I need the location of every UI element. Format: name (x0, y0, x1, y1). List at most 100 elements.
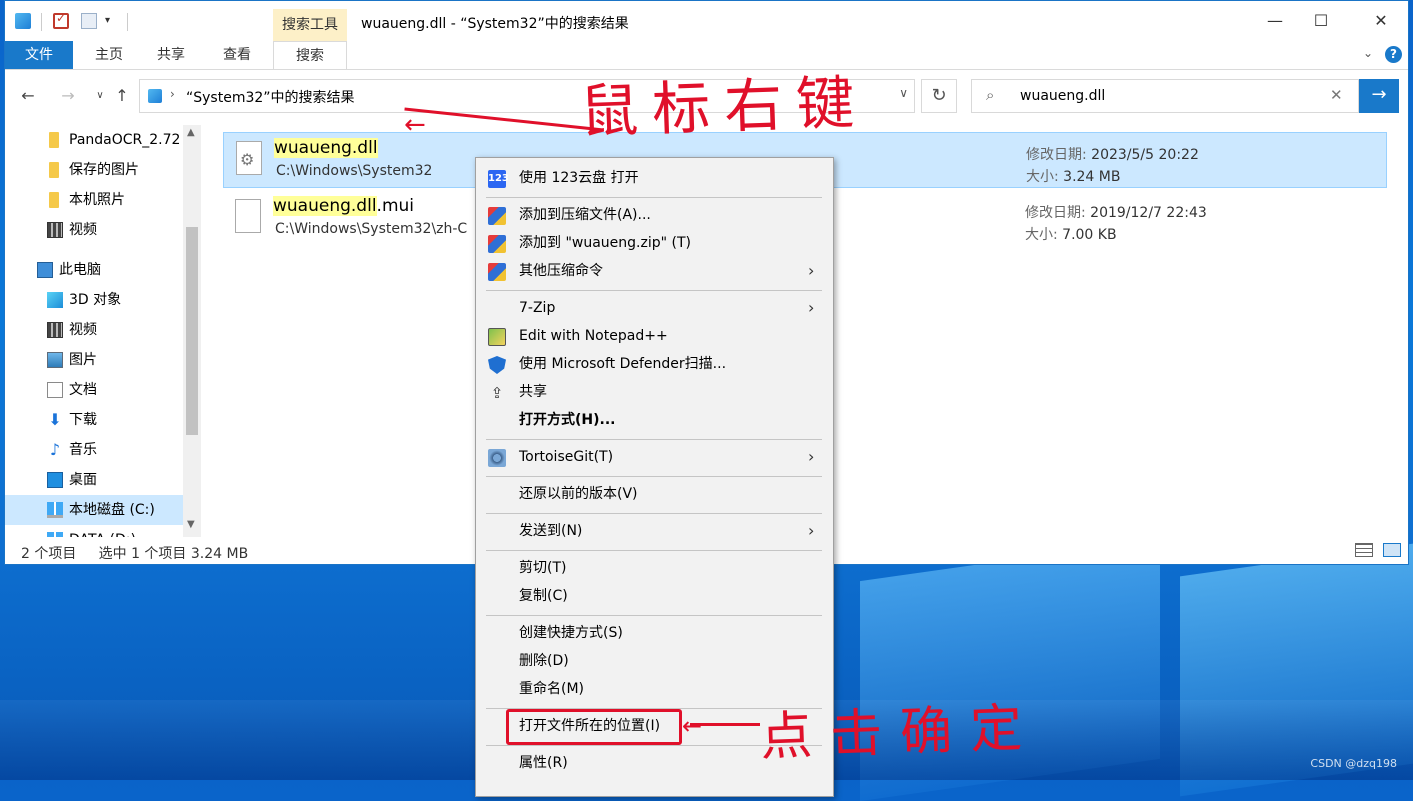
tab-home[interactable]: 主页 (87, 41, 131, 69)
sidebar-item-pictures[interactable]: 图片 (5, 345, 183, 375)
menu-separator (486, 197, 822, 198)
minimize-button[interactable]: — (1251, 1, 1299, 41)
breadcrumb-separator[interactable]: › (170, 87, 175, 101)
sidebar-item-this-pc[interactable]: 此电脑 (5, 255, 183, 285)
item-count: 2 个项目 (21, 546, 77, 562)
submenu-arrow-icon: › (808, 521, 815, 540)
sidebar-item-pandaocr[interactable]: PandaOCR_2.72 (5, 125, 183, 155)
selection-info: 选中 1 个项目 3.24 MB (98, 546, 249, 562)
address-dropdown-icon[interactable]: ∨ (899, 86, 908, 100)
menu-item-label: 属性(R) (519, 755, 568, 771)
winrar-icon (488, 263, 506, 281)
sidebar-item-label: 3D 对象 (69, 292, 122, 308)
sidebar-item-local-disk-c[interactable]: 本地磁盘 (C:) (5, 495, 183, 525)
sidebar-item-label: 保存的图片 (69, 162, 139, 178)
menu-item-label: 添加到 "wuaueng.zip" (T) (519, 235, 691, 251)
document-icon (47, 382, 63, 398)
file-name: wuaueng.dll.mui (273, 196, 414, 216)
menu-item-label: 7-Zip (519, 300, 556, 316)
search-value[interactable]: wuaueng.dll (1020, 88, 1105, 104)
search-location-icon (148, 89, 162, 103)
sidebar-item-videos[interactable]: 视频 (5, 215, 183, 245)
cube-icon (47, 292, 63, 308)
annotation-click-confirm: 点击确定 (759, 698, 1042, 768)
tab-search[interactable]: 搜索 (273, 41, 347, 69)
window-title: wuaueng.dll - “System32”中的搜索结果 (361, 16, 629, 32)
size-label: 大小: (1026, 169, 1059, 185)
scroll-down-icon[interactable]: ▼ (187, 519, 195, 530)
clear-search-icon[interactable]: ✕ (1330, 86, 1343, 104)
sidebar-item-label: 音乐 (69, 442, 97, 458)
sidebar-item-camera-roll[interactable]: 本机照片 (5, 185, 183, 215)
sidebar-item-label: 本机照片 (69, 192, 125, 208)
menu-separator (486, 476, 822, 477)
name-rest: .mui (376, 196, 415, 216)
menu-item-notepadpp[interactable]: Edit with Notepad++ (478, 322, 831, 350)
menu-item-label: 还原以前的版本(V) (519, 486, 638, 502)
file-path: C:\Windows\System32 (276, 163, 433, 179)
sidebar-item-label: 视频 (69, 322, 97, 338)
breadcrumb[interactable]: “System32”中的搜索结果 (186, 87, 355, 107)
menu-item-create-shortcut[interactable]: 创建快捷方式(S) (478, 619, 831, 647)
tab-file[interactable]: 文件 (5, 41, 73, 69)
menu-item-label: 添加到压缩文件(A)... (519, 207, 651, 223)
menu-item-tortoisegit[interactable]: TortoiseGit(T) › (478, 443, 831, 471)
tab-share[interactable]: 共享 (151, 41, 191, 69)
music-icon: ♪ (49, 440, 61, 459)
sidebar-scroll-thumb[interactable] (186, 227, 198, 435)
notepadpp-icon (488, 328, 506, 346)
sidebar-item-downloads[interactable]: ⬇ 下载 (5, 405, 183, 435)
sidebar-item-videos-pc[interactable]: 视频 (5, 315, 183, 345)
sidebar-item-music[interactable]: ♪ 音乐 (5, 435, 183, 465)
search-go-button[interactable]: → (1359, 79, 1399, 113)
ribbon-expand-icon[interactable]: ⌄ (1363, 46, 1373, 60)
menu-item-open-with[interactable]: 打开方式(H)... (478, 406, 831, 434)
navigation-pane: PandaOCR_2.72 保存的图片 本机照片 视频 此电脑 3D 对象 视频 (5, 125, 201, 537)
sidebar-item-desktop[interactable]: 桌面 (5, 465, 183, 495)
back-button[interactable]: ← (17, 85, 39, 107)
large-icons-view-icon[interactable] (1383, 543, 1401, 557)
help-icon[interactable]: ? (1385, 46, 1402, 63)
search-input[interactable]: ⌕ wuaueng.dll ✕ (971, 79, 1359, 113)
customize-toolbar-icon[interactable]: ▾ (105, 15, 115, 31)
sidebar-item-documents[interactable]: 文档 (5, 375, 183, 405)
menu-item-restore-versions[interactable]: 还原以前的版本(V) (478, 480, 831, 508)
properties-icon[interactable] (53, 11, 69, 29)
menu-item-label: 使用 Microsoft Defender扫描... (519, 356, 727, 372)
modified-date: 修改日期: 2023/5/5 20:22 (1026, 144, 1199, 164)
menu-item-copy[interactable]: 复制(C) (478, 582, 831, 610)
menu-item-delete[interactable]: 删除(D) (478, 647, 831, 675)
sidebar-item-saved-pictures[interactable]: 保存的图片 (5, 155, 183, 185)
sidebar-item-data-d[interactable]: DATA (D:) (5, 525, 183, 537)
sidebar-item-label: 视频 (69, 222, 97, 238)
sidebar-item-3d-objects[interactable]: 3D 对象 (5, 285, 183, 315)
details-view-icon[interactable] (1355, 543, 1373, 557)
sidebar-item-label: 下载 (69, 412, 97, 428)
menu-item-open-123pan[interactable]: 123 使用 123云盘 打开 (478, 164, 831, 192)
123pan-icon: 123 (488, 170, 509, 188)
drive-icon (47, 532, 63, 537)
name-highlight: wuaueng.dll (274, 138, 378, 158)
size-value: 3.24 MB (1063, 169, 1121, 185)
forward-button[interactable]: → (57, 85, 79, 107)
recent-locations-button[interactable]: ∨ (89, 85, 111, 107)
close-button[interactable]: ✕ (1357, 1, 1405, 41)
menu-item-label: 创建快捷方式(S) (519, 625, 623, 641)
file-size: 大小: 7.00 KB (1025, 224, 1117, 244)
menu-item-send-to[interactable]: 发送到(N) › (478, 517, 831, 545)
menu-item-add-zip[interactable]: 添加到 "wuaueng.zip" (T) (478, 229, 831, 257)
menu-item-add-archive[interactable]: 添加到压缩文件(A)... (478, 201, 831, 229)
menu-item-defender-scan[interactable]: 使用 Microsoft Defender扫描... (478, 350, 831, 378)
modified-date: 修改日期: 2019/12/7 22:43 (1025, 202, 1207, 222)
menu-item-share[interactable]: ⇪ 共享 (478, 378, 831, 406)
refresh-button[interactable]: ↻ (921, 79, 957, 113)
menu-item-other-compress[interactable]: 其他压缩命令 › (478, 257, 831, 285)
tab-view[interactable]: 查看 (215, 41, 259, 69)
up-button[interactable]: ↑ (111, 85, 133, 107)
scroll-up-icon[interactable]: ▲ (187, 127, 195, 138)
new-folder-icon[interactable] (81, 13, 97, 29)
annotation-arrow-head: ← (404, 110, 426, 140)
maximize-button[interactable]: ☐ (1297, 1, 1345, 41)
menu-item-7zip[interactable]: 7-Zip › (478, 294, 831, 322)
menu-item-cut[interactable]: 剪切(T) (478, 554, 831, 582)
